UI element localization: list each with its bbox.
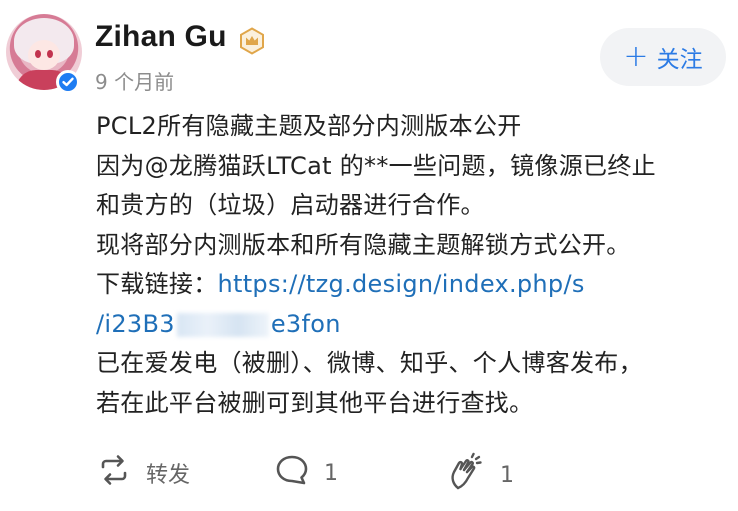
repost-label: 转发 — [146, 463, 191, 488]
download-prefix: 下载链接： — [96, 270, 218, 298]
repost-icon — [96, 452, 132, 494]
download-link-continued[interactable]: /i23B3 e3fon — [96, 310, 341, 338]
avatar-eye-left — [35, 50, 41, 58]
comment-bubble-icon — [274, 452, 310, 494]
like-count: 1 — [500, 462, 514, 488]
crown-badge-icon[interactable] — [238, 27, 266, 55]
author-name[interactable]: Zihan Gu — [95, 20, 227, 54]
download-link[interactable]: https://tzg.design/index.php/s — [218, 270, 585, 298]
comment-button[interactable]: 1 — [274, 452, 338, 494]
post-title-line: PCL2所有隐藏主题及部分内测版本公开 — [96, 112, 522, 140]
download-line: 下载链接：https://tzg.design/index.php/s — [96, 265, 736, 305]
post-timestamp: 9 个月前 — [95, 70, 175, 94]
post-text-line: 若在此平台被删可到其他平台进行查找。 — [96, 388, 534, 417]
comment-count: 1 — [324, 460, 338, 486]
post-text-line: 现将部分内测版本和所有隐藏主题解锁方式公开。 — [96, 230, 631, 259]
repost-button[interactable]: 转发 — [96, 452, 190, 494]
avatar-eye-right — [47, 50, 53, 58]
avatar-face — [28, 40, 60, 70]
follow-button[interactable]: + 关注 — [600, 28, 726, 86]
action-bar: 转发 1 1 — [0, 452, 738, 496]
verified-check-icon — [56, 70, 80, 94]
download-line-continued: /i23B3 e3fon — [96, 305, 736, 345]
link-text-start: /i23B3 — [96, 309, 175, 338]
plus-icon: + — [623, 39, 649, 74]
clap-like-icon — [446, 452, 486, 498]
like-button[interactable]: 1 — [446, 452, 514, 498]
follow-button-label: 关注 — [656, 47, 703, 73]
post-text-line: 因为@龙腾猫跃LTCat 的**一些问题，镜像源已终止 — [96, 151, 656, 180]
post-content: PCL2所有隐藏主题及部分内测版本公开 因为@龙腾猫跃LTCat 的**一些问题… — [96, 107, 736, 423]
redacted-blur — [176, 312, 269, 337]
post-text-line: 和贵方的（垃圾）启动器进行合作。 — [96, 191, 485, 219]
post-text-line: 已在爱发电（被删）、微博、知乎、个人博客发布， — [96, 349, 643, 377]
link-text-end: e3fon — [270, 309, 341, 338]
